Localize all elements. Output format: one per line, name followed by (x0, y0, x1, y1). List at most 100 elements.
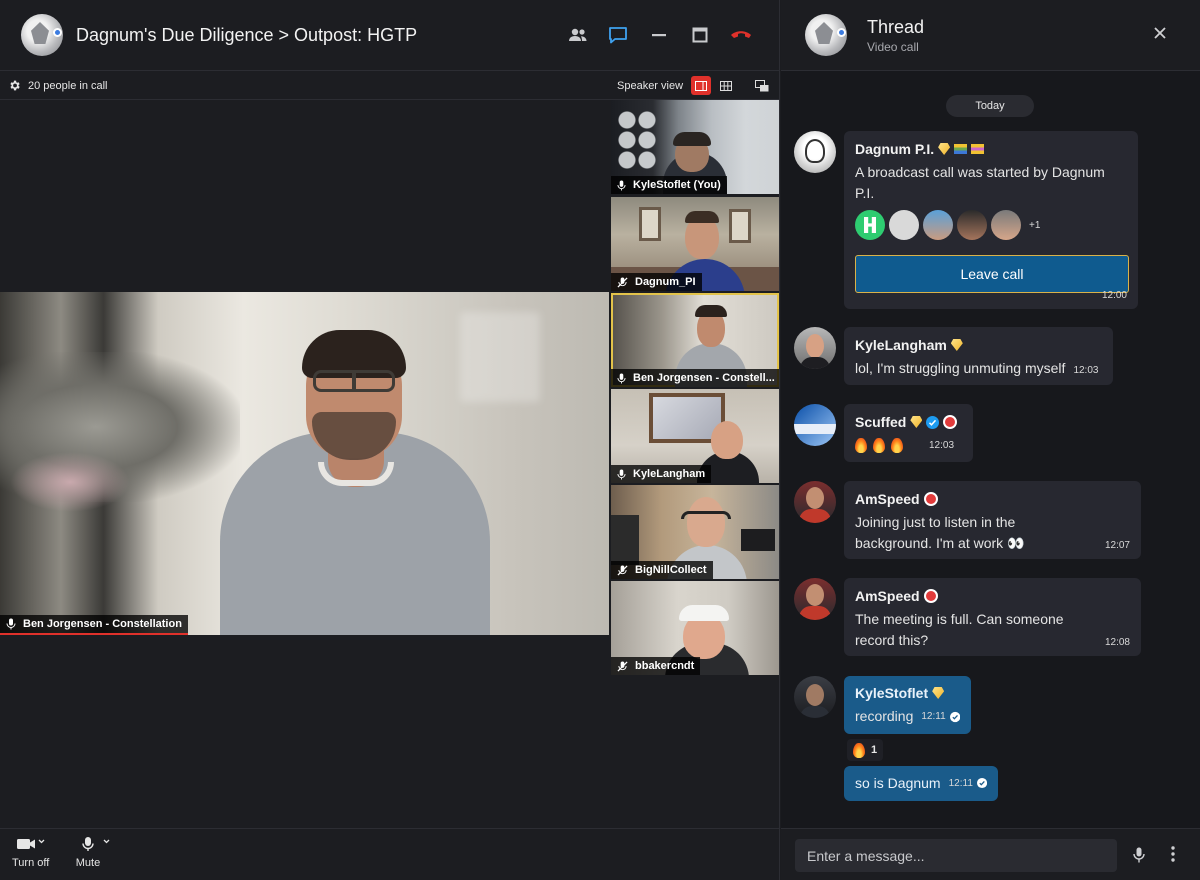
tile-name-tag: KyleLangham (611, 465, 712, 483)
message-time: 12:11 (921, 711, 946, 722)
fire-emoji-icon (853, 742, 865, 758)
participants-button[interactable] (565, 22, 591, 48)
message-time: 12:11 (948, 777, 973, 789)
reaction-count: 1 (871, 744, 878, 756)
message-author[interactable]: AmSpeed (855, 588, 1130, 604)
participant-tile[interactable]: bbakercndt (611, 581, 779, 675)
hang-up-button[interactable] (728, 22, 754, 48)
message-author[interactable]: Dagnum P.I. (855, 141, 1127, 157)
message-bubble: Scuffed 12:03 (844, 404, 973, 462)
maximize-button[interactable] (687, 22, 713, 48)
mic-muted-icon (617, 660, 628, 672)
picture-in-picture-icon (755, 79, 769, 91)
grid-view-button[interactable] (716, 76, 736, 95)
close-icon[interactable] (1152, 25, 1168, 41)
chat-toggle-button[interactable] (605, 22, 631, 48)
message-bubble: KyleLangham lol, I'm struggling unmuting… (844, 327, 1113, 385)
tile-name: KyleStoflet (You) (633, 179, 721, 191)
read-check-icon (976, 777, 987, 789)
author-name: Dagnum P.I. (855, 141, 935, 157)
author-name: AmSpeed (855, 491, 920, 507)
message-author[interactable]: KyleLangham (855, 337, 1102, 353)
popout-button[interactable] (752, 76, 772, 95)
flag-badge-icon (954, 144, 968, 154)
participant-avatar (923, 210, 953, 240)
avatar[interactable] (794, 131, 836, 173)
message-time: 12:07 (1104, 540, 1130, 551)
participant-tile-active-speaker[interactable]: Ben Jorgensen - Constell... (611, 293, 779, 387)
message-time: 12:03 (929, 440, 955, 451)
mic-icon (6, 618, 16, 630)
reaction-chip[interactable]: 1 (847, 739, 884, 761)
participant-tile[interactable]: KyleLangham (611, 389, 779, 483)
fire-emoji-icon (891, 438, 903, 453)
tile-name: KyleLangham (633, 468, 706, 480)
message-author[interactable]: KyleStoflet (855, 685, 960, 701)
main-speaker-name-tag: Ben Jorgensen - Constellation (0, 615, 188, 635)
avatar[interactable] (794, 481, 836, 523)
message-content: so is Dagnum 12:11 (855, 775, 987, 791)
mic-muted-icon (617, 276, 628, 288)
microphone-icon (82, 837, 110, 851)
microphone-icon[interactable] (1133, 847, 1145, 863)
avatar[interactable] (794, 404, 836, 446)
message-author[interactable]: AmSpeed (855, 491, 1130, 507)
message-author[interactable]: Scuffed (855, 414, 962, 430)
verified-badge-icon (926, 415, 940, 429)
message-composer (781, 828, 1200, 880)
mute-button[interactable]: Mute (76, 837, 114, 869)
more-vertical-icon[interactable] (1171, 846, 1175, 862)
mute-label: Mute (75, 857, 101, 869)
participant-avatar (991, 210, 1021, 240)
call-header: Dagnum's Due Diligence > Outpost: HGTP (0, 0, 780, 71)
call-controls: Turn off Mute (0, 828, 780, 880)
gem-badge-icon (938, 143, 951, 155)
call-title: Dagnum's Due Diligence > Outpost: HGTP (76, 25, 418, 45)
tile-name: bbakercndt (635, 660, 695, 672)
flag-badge-icon (971, 144, 985, 154)
tile-name: Dagnum_PI (635, 276, 696, 288)
chat-icon (609, 27, 627, 44)
leave-call-button[interactable]: Leave call (855, 255, 1129, 293)
message-content: recording 12:11 (855, 706, 960, 727)
message-text: Joining just to listen in the background… (855, 514, 1025, 551)
message-bubble-own: so is Dagnum 12:11 (844, 766, 998, 801)
call-pane: Dagnum's Due Diligence > Outpost: HGTP 2… (0, 0, 780, 880)
mic-icon (617, 180, 626, 190)
message-text: so is Dagnum (855, 775, 941, 791)
mic-muted-icon (617, 564, 628, 576)
message-bubble: Dagnum P.I. A broadcast call was started… (844, 131, 1138, 309)
message-content: 12:03 (855, 435, 962, 456)
speaker-view-label: Speaker view (617, 80, 684, 92)
fire-emoji-icon (855, 438, 867, 453)
gem-badge-icon (950, 339, 963, 351)
gear-icon[interactable] (8, 79, 21, 92)
thread-title: Thread (867, 17, 925, 37)
tile-name-tag: Ben Jorgensen - Constell... (611, 369, 779, 387)
gem-badge-icon (932, 687, 945, 699)
call-subbar: 20 people in call Speaker view (0, 72, 780, 100)
participant-tile[interactable]: KyleStoflet (You) (611, 100, 779, 194)
avatar[interactable] (794, 327, 836, 369)
participant-tile[interactable]: Dagnum_PI (611, 197, 779, 291)
author-name: KyleLangham (855, 337, 947, 353)
thread-avatar (805, 14, 847, 56)
speaker-view-button[interactable] (691, 76, 711, 95)
message-bubble: AmSpeed Joining just to listen in the ba… (844, 481, 1141, 559)
message-bubble-own: KyleStoflet recording 12:11 (844, 676, 971, 734)
camera-toggle-button[interactable]: Turn off (12, 837, 49, 869)
participant-avatar (889, 210, 919, 240)
message-text: The meeting is full. Can someone record … (855, 611, 1064, 648)
avatar[interactable] (794, 676, 836, 718)
main-speaker-video[interactable] (0, 292, 609, 635)
people-icon (569, 28, 587, 41)
author-name: Scuffed (855, 414, 907, 430)
message-text: recording (855, 708, 914, 724)
people-count: 20 people in call (28, 80, 108, 92)
message-input[interactable] (795, 839, 1117, 872)
minimize-button[interactable] (646, 22, 672, 48)
avatar[interactable] (794, 578, 836, 620)
participant-tile[interactable]: BigNillCollect (611, 485, 779, 579)
thread-pane: Thread Video call Today Dagnum P.I. A br… (781, 0, 1200, 880)
message-time: 12:08 (1104, 637, 1130, 648)
